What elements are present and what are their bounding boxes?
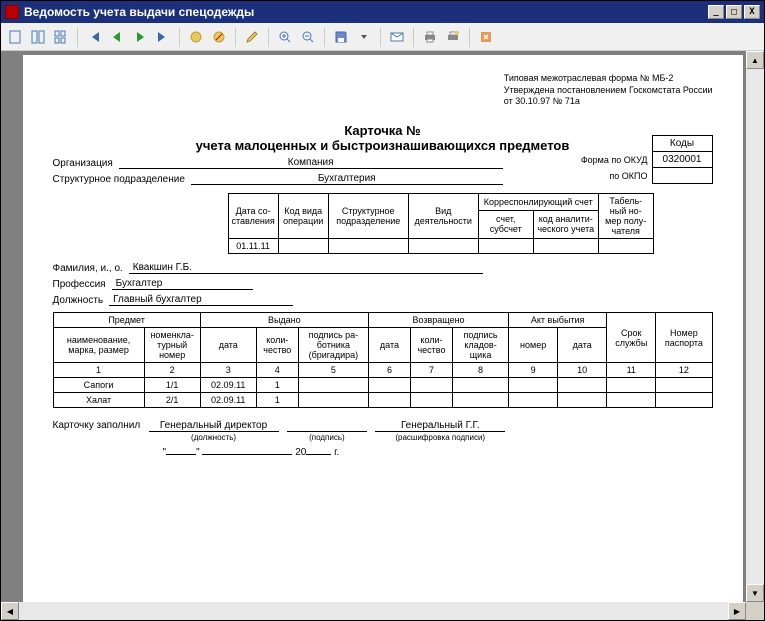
page-multi-icon[interactable]	[51, 27, 71, 47]
org-row: Организация Компания	[53, 157, 503, 169]
dropdown-icon[interactable]	[354, 27, 374, 47]
window-title: Ведомость учета выдачи спецодежды	[24, 5, 254, 19]
footer-sig	[287, 420, 367, 432]
scroll-viewport: Типовая межотраслевая форма № МБ-2 Утвер…	[5, 55, 760, 616]
titlebar: Ведомость учета выдачи спецодежды _ □ X	[1, 1, 764, 23]
dept-value: Бухгалтерия	[191, 173, 503, 185]
pos-value: Главный бухгалтер	[109, 294, 292, 306]
document-page: Типовая межотраслевая форма № МБ-2 Утвер…	[23, 55, 743, 615]
scroll-up-icon[interactable]: ▲	[746, 51, 764, 69]
app-icon	[5, 5, 19, 19]
zoom-out-icon[interactable]	[298, 27, 318, 47]
scroll-down-icon[interactable]: ▼	[746, 584, 764, 602]
minimize-button[interactable]: _	[708, 5, 724, 19]
form-note-line: Типовая межотраслевая форма № МБ-2	[504, 73, 713, 85]
okpo-value	[652, 168, 712, 184]
toolbar	[1, 23, 764, 51]
table-row: Халат2/102.09.111	[53, 393, 712, 408]
print-icon[interactable]	[420, 27, 440, 47]
fio-value: Квакшин Г.Б.	[129, 262, 483, 274]
items-table: Предмет Выдано Возвращено Акт выбытия Ср…	[53, 312, 713, 408]
form-note-line: от 30.10.97 № 71а	[504, 96, 713, 108]
scrollbar-vertical[interactable]: ▲ ▼	[746, 51, 764, 602]
save-icon[interactable]	[331, 27, 351, 47]
mid-header-table: Дата со-ставления Код видаоперации Струк…	[228, 193, 654, 254]
scrollbar-horizontal[interactable]: ◀ ▶	[1, 602, 746, 620]
dept-label: Структурное подразделение	[53, 174, 185, 185]
table-row: Сапоги1/102.09.111	[53, 378, 712, 393]
nav-prev-icon[interactable]	[107, 27, 127, 47]
scroll-right-icon[interactable]: ▶	[728, 602, 746, 620]
okud-value: 0320001	[652, 152, 712, 168]
footer-dec: Генеральный Г.Г.	[375, 420, 505, 432]
form-note: Типовая межотраслевая форма № МБ-2 Утвер…	[504, 73, 713, 108]
scroll-left-icon[interactable]: ◀	[1, 602, 19, 620]
nav-next-icon[interactable]	[130, 27, 150, 47]
maximize-button[interactable]: □	[726, 5, 742, 19]
codes-header: Коды	[652, 136, 712, 152]
close-doc-icon[interactable]	[476, 27, 496, 47]
scroll-corner	[746, 602, 764, 620]
okpo-label: по ОКПО	[573, 168, 652, 184]
page-single-icon[interactable]	[5, 27, 25, 47]
window: Ведомость учета выдачи спецодежды _ □ X	[0, 0, 765, 621]
okud-label: Форма по ОКУД	[573, 152, 652, 168]
zoom-in-icon[interactable]	[275, 27, 295, 47]
nav-last-icon[interactable]	[153, 27, 173, 47]
footer-label: Карточку заполнил	[53, 420, 141, 431]
org-value: Компания	[119, 157, 503, 169]
edit-icon[interactable]	[242, 27, 262, 47]
settings-icon[interactable]	[186, 27, 206, 47]
org-label: Организация	[53, 158, 113, 169]
content-area: Типовая межотраслевая форма № МБ-2 Утвер…	[1, 51, 764, 620]
footer: Карточку заполнил Генеральный директор(д…	[53, 420, 713, 458]
person-block: Фамилия, и., о.Квакшин Г.Б. ПрофессияБух…	[53, 262, 713, 306]
print2-icon[interactable]	[443, 27, 463, 47]
settings2-icon[interactable]	[209, 27, 229, 47]
form-note-line: Утверждена постановлением Госкомстата Ро…	[504, 85, 713, 97]
codes-box: Коды Форма по ОКУД0320001 по ОКПО	[573, 135, 713, 184]
footer-pos: Генеральный директор	[149, 420, 279, 432]
page-facing-icon[interactable]	[28, 27, 48, 47]
mid-date: 01.11.11	[228, 239, 278, 254]
dept-row: Структурное подразделение Бухгалтерия	[53, 173, 503, 185]
close-button[interactable]: X	[744, 5, 760, 19]
nav-first-icon[interactable]	[84, 27, 104, 47]
email-icon[interactable]	[387, 27, 407, 47]
prof-value: Бухгалтер	[112, 278, 253, 290]
